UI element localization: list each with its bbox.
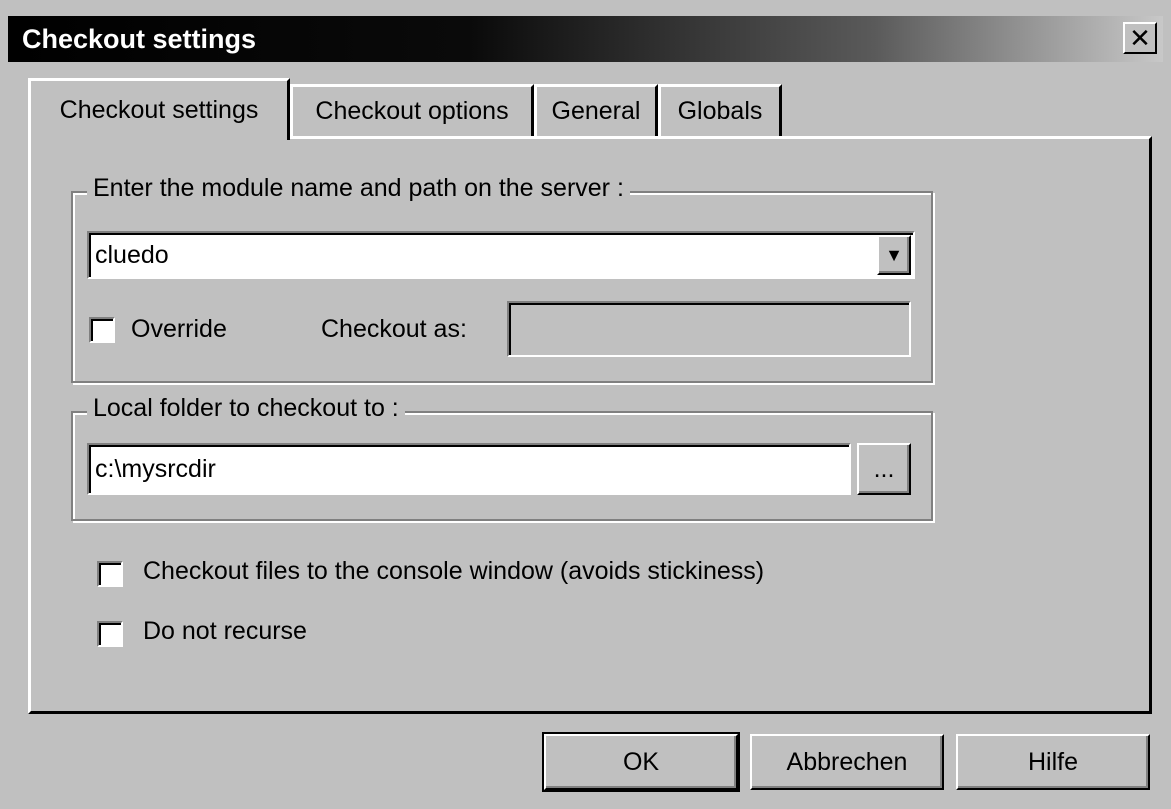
tab-label: Checkout settings xyxy=(59,96,259,124)
do-not-recurse-checkbox[interactable] xyxy=(97,621,123,647)
module-name-combobox[interactable]: cluedo xyxy=(87,231,915,279)
tab-panel: Enter the module name and path on the se… xyxy=(28,136,1152,714)
module-group-legend: Enter the module name and path on the se… xyxy=(87,174,630,203)
help-label: Hilfe xyxy=(1027,747,1078,776)
local-folder-input[interactable]: c:\mysrcdir xyxy=(87,443,851,495)
folder-group-legend: Local folder to checkout to : xyxy=(87,394,405,423)
cancel-button[interactable]: Abbrechen xyxy=(750,734,944,790)
checkout-as-label: Checkout as: xyxy=(321,315,467,343)
close-button[interactable]: ✕ xyxy=(1123,22,1157,54)
close-icon: ✕ xyxy=(1129,23,1151,53)
module-dropdown-button[interactable]: ▼ xyxy=(877,235,911,275)
override-checkbox[interactable] xyxy=(89,317,115,343)
window-title: Checkout settings xyxy=(22,24,257,54)
tab-checkout-options[interactable]: Checkout options xyxy=(290,84,534,136)
tab-label: General xyxy=(551,97,641,125)
local-folder-value: c:\mysrcdir xyxy=(95,454,216,483)
folder-group: Local folder to checkout to : c:\mysrcdi… xyxy=(71,394,933,521)
tab-label: Checkout options xyxy=(315,97,509,125)
help-button[interactable]: Hilfe xyxy=(956,734,1150,790)
ok-label: OK xyxy=(622,747,660,776)
tab-label: Globals xyxy=(677,97,763,125)
browse-folder-button[interactable]: ... xyxy=(857,443,911,495)
console-window-checkbox[interactable] xyxy=(97,561,123,587)
module-group: Enter the module name and path on the se… xyxy=(71,174,933,383)
tab-globals[interactable]: Globals xyxy=(658,84,782,136)
module-name-value: cluedo xyxy=(95,240,169,269)
cancel-label: Abbrechen xyxy=(786,747,908,776)
title-bar[interactable]: Checkout settings ✕ xyxy=(8,16,1163,62)
chevron-down-icon: ▼ xyxy=(885,244,903,265)
checkout-settings-dialog: Checkout settings ✕ Checkout settings Ch… xyxy=(0,0,1171,809)
override-label[interactable]: Override xyxy=(131,315,227,344)
tab-general[interactable]: General xyxy=(534,84,658,136)
browse-label: ... xyxy=(873,454,895,483)
ok-button[interactable]: OK xyxy=(544,734,738,790)
console-window-label[interactable]: Checkout files to the console window (av… xyxy=(143,557,764,586)
tab-checkout-settings[interactable]: Checkout settings xyxy=(28,78,290,140)
do-not-recurse-label[interactable]: Do not recurse xyxy=(143,617,307,646)
checkout-as-field[interactable] xyxy=(507,301,911,357)
